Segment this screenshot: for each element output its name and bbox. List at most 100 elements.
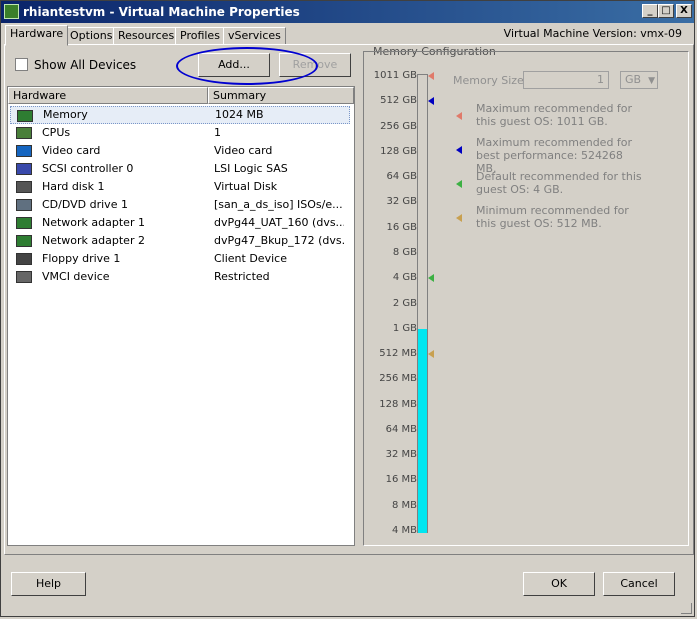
row-hardware-name: Video card: [42, 144, 101, 157]
scale-tick-label: 8 GB: [392, 246, 417, 258]
scale-tick-label: 512 MB: [379, 348, 417, 360]
column-header-hardware[interactable]: Hardware: [8, 87, 208, 104]
row-summary: Video card: [214, 144, 273, 157]
scale-tick-label: 4 MB: [391, 525, 417, 536]
table-row[interactable]: Network adapter 1 dvPg44_UAT_160 (dvs...: [10, 214, 350, 232]
cancel-button[interactable]: Cancel: [603, 572, 675, 596]
scale-tick-label: 128 MB: [379, 398, 417, 410]
vm-app-icon: [4, 4, 19, 19]
scale-tick-label: 128 GB: [380, 145, 417, 157]
scale-tick-label: 256 MB: [379, 373, 417, 385]
scsi-icon: [16, 163, 32, 175]
row-summary: 1: [214, 126, 221, 139]
row-hardware-name: Hard disk 1: [42, 180, 105, 193]
window-title: rhiantestvm - Virtual Machine Properties: [23, 5, 300, 19]
chevron-down-icon: ▼: [648, 76, 655, 86]
network-icon: [16, 235, 32, 247]
row-hardware-name: VMCI device: [42, 270, 110, 283]
resize-grip-icon[interactable]: [681, 603, 692, 614]
scale-tick-label: 1 GB: [392, 322, 417, 334]
scale-tick-label: 64 MB: [385, 423, 417, 435]
row-summary: dvPg44_UAT_160 (dvs...: [214, 216, 344, 229]
scale-tick-label: 16 GB: [386, 221, 417, 233]
row-hardware-name: Memory: [43, 108, 88, 121]
row-summary: Client Device: [214, 252, 287, 265]
hardware-list[interactable]: Hardware Summary Memory 1024 MB CPUs 1 Video…: [7, 86, 355, 546]
title-bar[interactable]: rhiantestvm - Virtual Machine Properties…: [1, 1, 694, 23]
scale-marker-icon: [428, 350, 434, 359]
memory-recommendation-note: Default recommended for this guest OS: 4…: [476, 170, 642, 196]
memory-slider-fill: [418, 328, 427, 533]
scale-marker-icon: [428, 72, 434, 80]
maximize-button[interactable]: □: [658, 4, 674, 18]
harddisk-icon: [16, 181, 32, 193]
show-all-devices-checkbox[interactable]: [15, 58, 28, 71]
table-row[interactable]: SCSI controller 0 LSI Logic SAS: [10, 160, 350, 178]
scale-tick-label: 512 GB: [380, 95, 417, 107]
memory-recommendation-note: Minimum recommended for this guest OS: 5…: [476, 204, 629, 230]
memory-unit-select[interactable]: GB ▼: [620, 71, 658, 89]
column-header-summary[interactable]: Summary: [208, 87, 354, 104]
legend-marker-icon: [456, 180, 462, 188]
tab-resources[interactable]: Resources: [113, 27, 180, 45]
row-summary: [san_a_ds_iso] ISOs/e...: [214, 198, 343, 211]
ok-button[interactable]: OK: [523, 572, 595, 596]
row-hardware-name: Network adapter 2: [42, 234, 145, 247]
table-row[interactable]: VMCI device Restricted: [10, 268, 350, 286]
scale-tick-label: 32 GB: [386, 196, 417, 208]
scale-tick-label: 4 GB: [392, 272, 417, 284]
vmci-icon: [16, 271, 32, 283]
scale-tick-label: 16 MB: [385, 474, 417, 486]
scale-tick-label: 8 MB: [391, 499, 417, 511]
tab-profiles[interactable]: Profiles: [175, 27, 225, 45]
vm-version-label: Virtual Machine Version: vmx-09: [503, 27, 682, 40]
scale-tick-label: 256 GB: [380, 120, 417, 132]
help-button[interactable]: Help: [11, 572, 86, 596]
floppy-icon: [16, 253, 32, 265]
highlight-annotation: [176, 47, 318, 85]
memory-size-label: Memory Size:: [453, 74, 528, 87]
memory-recommendation-note: Maximum recommended for this guest OS: 1…: [476, 102, 633, 128]
scale-marker-icon: [428, 274, 434, 283]
row-summary: dvPg47_Bkup_172 (dvs...: [214, 234, 344, 247]
row-summary: Restricted: [214, 270, 270, 283]
row-summary: Virtual Disk: [214, 180, 278, 193]
network-icon: [16, 217, 32, 229]
row-hardware-name: Floppy drive 1: [42, 252, 121, 265]
legend-marker-icon: [456, 112, 462, 120]
scale-tick-label: 32 MB: [385, 449, 417, 461]
tab-vservices[interactable]: vServices: [223, 27, 286, 45]
table-row[interactable]: Floppy drive 1 Client Device: [10, 250, 350, 268]
scale-tick-label: 2 GB: [392, 297, 417, 309]
row-summary: LSI Logic SAS: [214, 162, 288, 175]
scale-tick-label: 1011 GB: [373, 70, 417, 81]
minimize-button[interactable]: _: [642, 4, 658, 18]
table-row[interactable]: Hard disk 1 Virtual Disk: [10, 178, 350, 196]
table-row[interactable]: CD/DVD drive 1 [san_a_ds_iso] ISOs/e...: [10, 196, 350, 214]
monitor-icon: [16, 145, 32, 157]
row-hardware-name: CD/DVD drive 1: [42, 198, 128, 211]
legend-marker-icon: [456, 146, 462, 154]
legend-marker-icon: [456, 214, 462, 222]
table-row[interactable]: Memory 1024 MB: [10, 106, 350, 124]
row-hardware-name: Network adapter 1: [42, 216, 145, 229]
tab-options[interactable]: Options: [65, 27, 118, 45]
memory-size-input[interactable]: 1: [523, 71, 609, 89]
table-row[interactable]: CPUs 1: [10, 124, 350, 142]
row-hardware-name: CPUs: [42, 126, 71, 139]
memory-icon: [17, 110, 33, 122]
tab-hardware[interactable]: Hardware: [5, 25, 69, 46]
table-row[interactable]: Video card Video card: [10, 142, 350, 160]
scale-marker-icon: [428, 97, 434, 106]
scale-tick-label: 64 GB: [386, 171, 417, 183]
hardware-list-header: Hardware Summary: [8, 87, 354, 104]
memory-unit-value: GB: [625, 73, 642, 86]
row-hardware-name: SCSI controller 0: [42, 162, 134, 175]
show-all-devices-label: Show All Devices: [34, 58, 137, 72]
properties-window: rhiantestvm - Virtual Machine Properties…: [0, 0, 695, 617]
row-summary: 1024 MB: [215, 108, 264, 121]
cd-icon: [16, 199, 32, 211]
cpu-icon: [16, 127, 32, 139]
table-row[interactable]: Network adapter 2 dvPg47_Bkup_172 (dvs...: [10, 232, 350, 250]
close-button[interactable]: X: [676, 4, 692, 18]
